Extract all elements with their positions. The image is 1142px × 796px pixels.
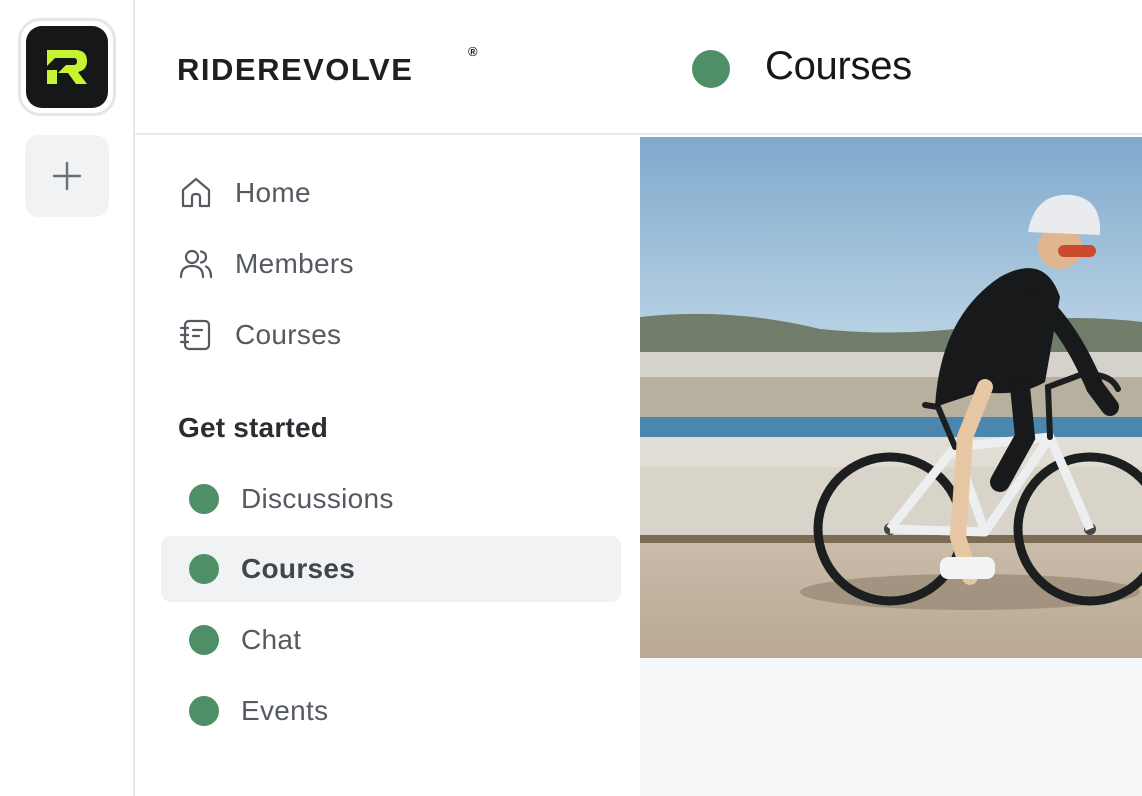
top-header: RIDEREVOLVE ® Courses <box>135 0 1142 135</box>
add-community-button[interactable] <box>25 135 109 217</box>
sidebar-item-label: Home <box>235 177 311 208</box>
sidebar-item-home[interactable]: Home <box>161 160 621 226</box>
space-item-label: Courses <box>241 553 356 584</box>
space-color-dot <box>189 625 219 655</box>
sidebar-item-members[interactable]: Members <box>161 231 621 297</box>
brand-logo[interactable]: RIDEREVOLVE <box>177 52 413 88</box>
course-cover-image <box>640 137 1142 658</box>
space-item-label: Events <box>241 695 329 726</box>
community-switcher-button[interactable] <box>18 18 116 116</box>
plus-icon <box>52 161 82 191</box>
courses-icon <box>161 318 235 352</box>
space-item-label: Discussions <box>241 483 394 514</box>
space-item-discussions[interactable]: Discussions <box>161 466 621 532</box>
space-item-label: Chat <box>241 624 302 655</box>
community-switcher-rail <box>0 0 135 796</box>
home-icon <box>161 176 235 210</box>
sidebar-nav: Home Members Courses Get started Discuss… <box>135 137 640 796</box>
space-item-courses[interactable]: Courses <box>161 536 621 602</box>
space-color-dot <box>189 696 219 726</box>
members-icon <box>161 247 235 281</box>
registered-mark: ® <box>468 44 478 59</box>
riderevolve-logo-icon <box>26 26 108 108</box>
sidebar-item-courses[interactable]: Courses <box>161 302 621 368</box>
page-title: Courses <box>765 44 912 88</box>
space-item-events[interactable]: Events <box>161 678 621 744</box>
space-item-chat[interactable]: Chat <box>161 607 621 673</box>
space-color-dot <box>189 554 219 584</box>
sidebar-item-label: Members <box>235 248 354 279</box>
space-color-dot <box>189 484 219 514</box>
sidebar-item-label: Courses <box>235 319 342 350</box>
course-content-area <box>640 658 1142 796</box>
space-color-dot <box>692 50 730 88</box>
section-header-get-started[interactable]: Get started <box>178 412 328 444</box>
